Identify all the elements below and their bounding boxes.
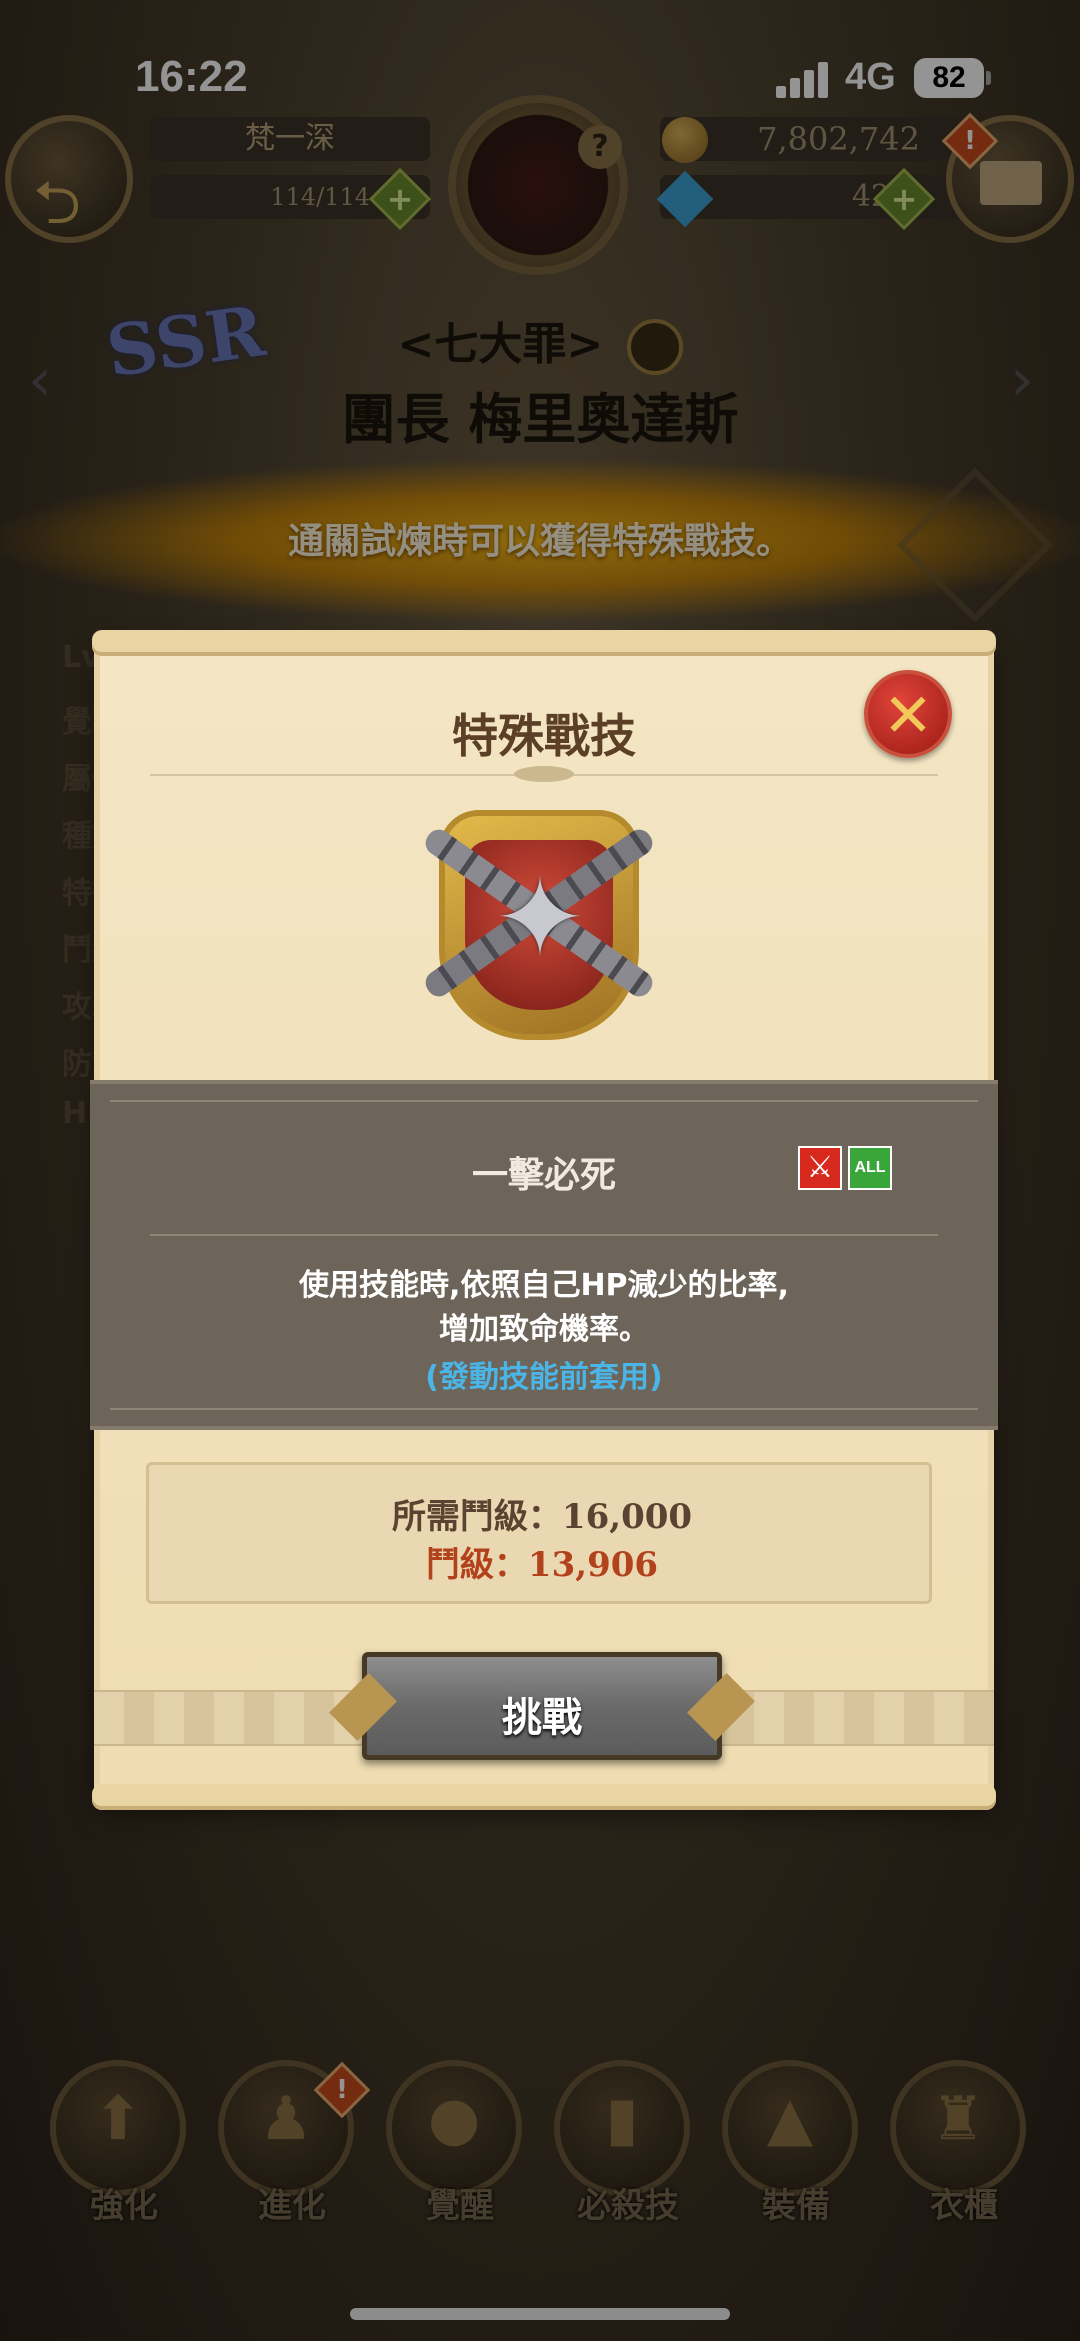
close-button[interactable]: ✕ [864, 670, 952, 758]
dialog-title: 特殊戰技 [452, 709, 636, 763]
skill-info-panel: 一擊必死 ⚔ ALL 使用技能時,依照自己HP減少的比率, 增加致命機率。 (發… [90, 1080, 998, 1430]
scroll-edge-bottom [92, 1784, 996, 1810]
compass-star-icon: ✦ [493, 854, 587, 982]
attack-type-icon: ⚔ [798, 1146, 842, 1190]
required-power: 所需鬥級：16,000 [391, 1497, 693, 1537]
home-indicator[interactable] [350, 2308, 730, 2320]
special-skill-dialog: 特殊戰技 ✕ ✦ 一擊必死 ⚔ ALL 使用技能時,依照自己HP減少的比率, 增… [90, 630, 998, 1810]
panel-divider [150, 1234, 938, 1236]
description-line: 增加致命機率。 [439, 1312, 649, 1347]
requirement-box: 所需鬥級：16,000 鬥級：13,906 [146, 1462, 932, 1604]
current-power: 鬥級：13,906 [425, 1545, 659, 1585]
scroll-edge-top [92, 630, 996, 656]
skill-emblem-icon: ✦ [414, 800, 674, 1060]
skill-description: 使用技能時,依照自己HP減少的比率, 增加致命機率。 [90, 1264, 998, 1352]
target-all-badge: ALL [848, 1146, 892, 1190]
skill-note: (發動技能前套用) [425, 1360, 663, 1395]
ornament-icon [514, 766, 574, 782]
description-line: 使用技能時,依照自己HP減少的比率, [299, 1268, 789, 1303]
challenge-button[interactable]: 挑戰 [362, 1652, 722, 1760]
challenge-label: 挑戰 [502, 1695, 582, 1741]
close-icon: ✕ [882, 681, 934, 751]
